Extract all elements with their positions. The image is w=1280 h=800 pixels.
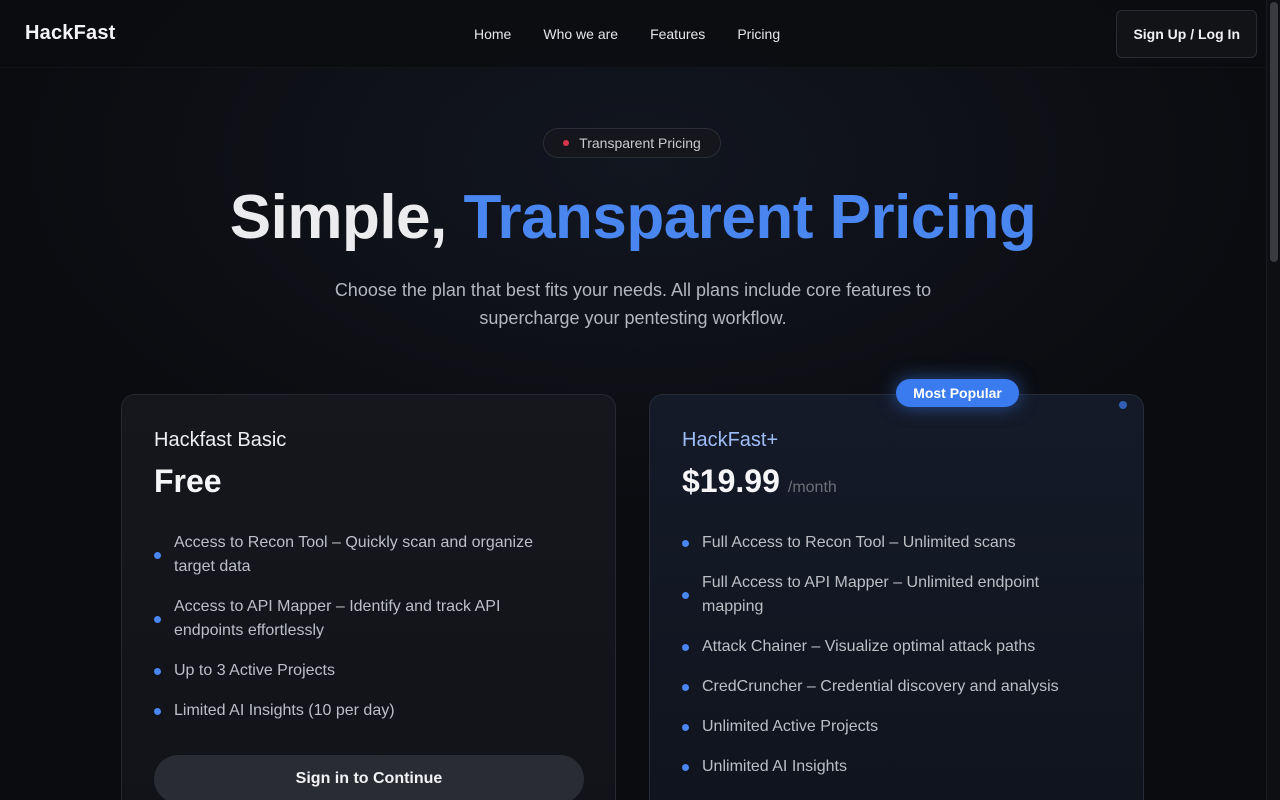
nav-links: Home Who we are Features Pricing: [474, 0, 780, 68]
signup-login-button[interactable]: Sign Up / Log In: [1116, 9, 1257, 58]
badge-label: Transparent Pricing: [579, 135, 701, 151]
nav-link-features[interactable]: Features: [650, 26, 705, 42]
scrollbar-thumb[interactable]: [1270, 2, 1278, 262]
status-dot-icon: [563, 140, 570, 146]
feature-list: Access to Recon Tool – Quickly scan and …: [154, 531, 574, 739]
feature-item: Attack Chainer – Visualize optimal attac…: [682, 635, 1102, 659]
feature-item: Limited AI Insights (10 per day): [154, 699, 574, 723]
most-popular-badge: Most Popular: [896, 379, 1019, 407]
feature-item: Full Access to Recon Tool – Unlimited sc…: [682, 531, 1102, 555]
feature-list: Full Access to Recon Tool – Unlimited sc…: [682, 531, 1102, 795]
feature-item: Access to API Mapper – Identify and trac…: [154, 595, 574, 643]
plan-price: $19.99/month: [682, 463, 837, 500]
plan-name: Hackfast Basic: [154, 429, 287, 451]
plan-card-plus: HackFast+ $19.99/month Full Access to Re…: [649, 394, 1144, 800]
plan-card-basic: Hackfast Basic Free Access to Recon Tool…: [121, 394, 616, 800]
price-value: $19.99: [682, 463, 780, 499]
top-navbar: HackFast Home Who we are Features Pricin…: [0, 0, 1266, 68]
decorative-dot-icon: [1119, 401, 1127, 409]
feature-item: Unlimited Active Projects: [682, 715, 1102, 739]
transparent-pricing-badge: Transparent Pricing: [543, 128, 721, 158]
feature-item: Up to 3 Active Projects: [154, 659, 574, 683]
sign-in-to-continue-button[interactable]: Sign in to Continue: [154, 755, 584, 800]
feature-item: Unlimited AI Insights: [682, 755, 1102, 779]
plan-price: Free: [154, 463, 222, 500]
brand-logo[interactable]: HackFast: [25, 22, 116, 45]
feature-item: Full Access to API Mapper – Unlimited en…: [682, 571, 1102, 619]
price-period: /month: [787, 479, 837, 496]
nav-link-home[interactable]: Home: [474, 26, 511, 42]
title-plain: Simple,: [229, 183, 464, 252]
nav-link-pricing[interactable]: Pricing: [737, 26, 780, 42]
nav-link-who-we-are[interactable]: Who we are: [543, 26, 618, 42]
page-subtitle: Choose the plan that best fits your need…: [334, 280, 932, 328]
feature-item: Access to Recon Tool – Quickly scan and …: [154, 531, 574, 579]
plan-name: HackFast+: [682, 429, 779, 451]
price-value: Free: [154, 463, 222, 499]
title-accent: Transparent Pricing: [463, 183, 1037, 252]
feature-item: CredCruncher – Credential discovery and …: [682, 675, 1102, 699]
page-scrollbar[interactable]: [1266, 0, 1280, 800]
page-title: Simple, Transparent Pricing: [0, 182, 1266, 253]
